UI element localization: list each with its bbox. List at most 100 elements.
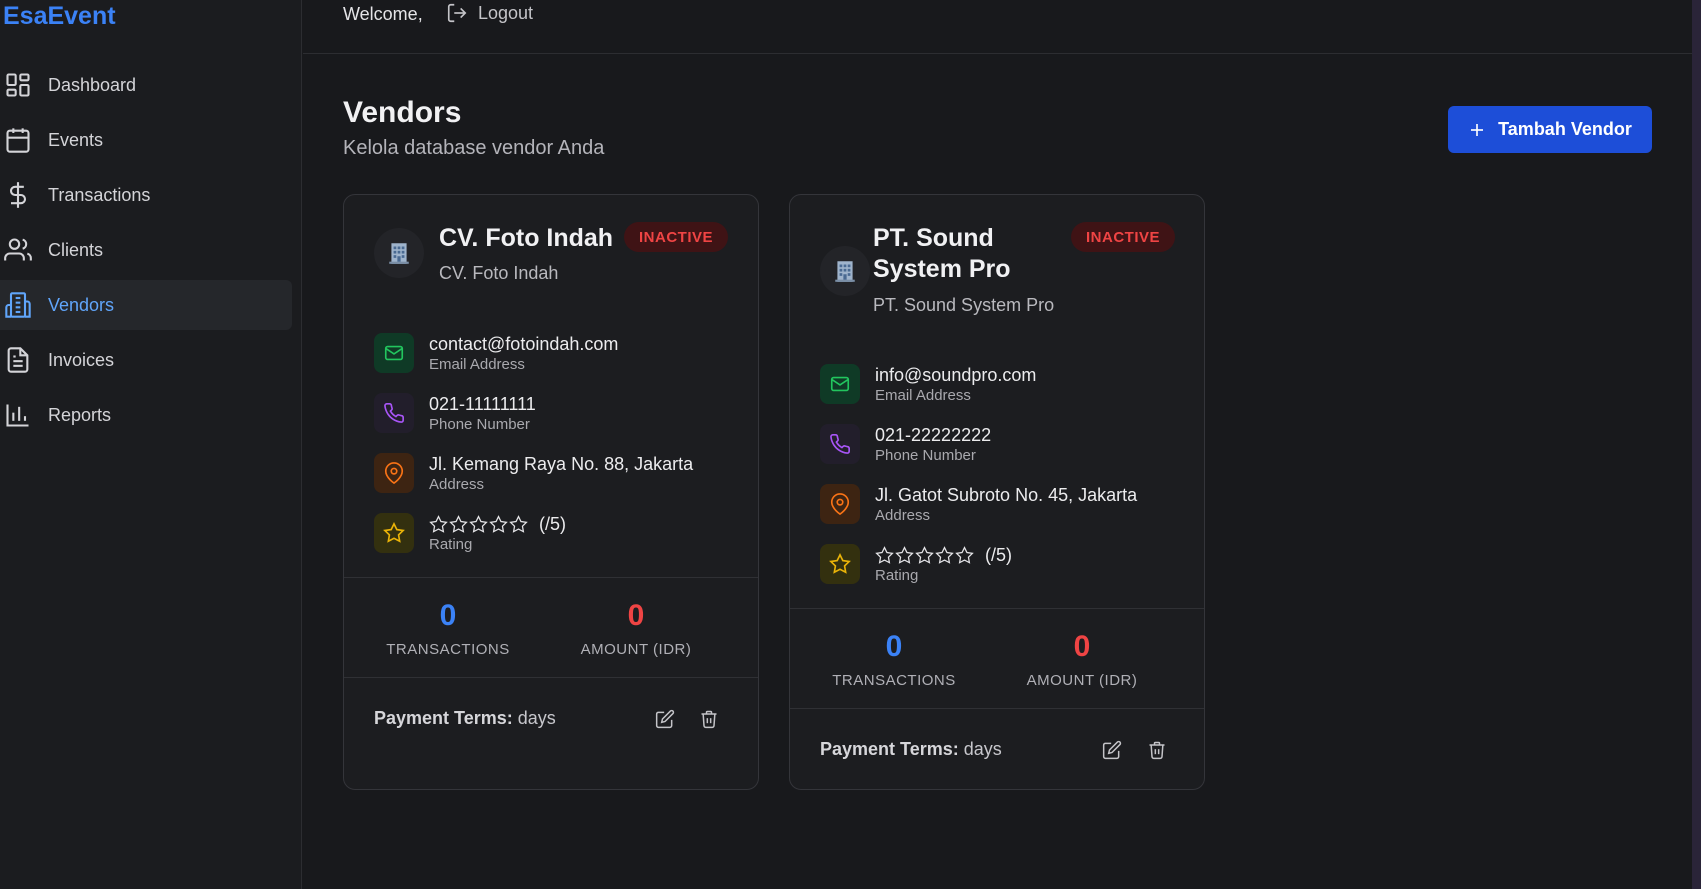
layout-grid-icon — [4, 71, 32, 99]
file-text-icon — [4, 346, 32, 374]
sidebar-item-clients[interactable]: Clients — [0, 225, 292, 275]
transactions-label: TRANSACTIONS — [832, 672, 956, 689]
trash-icon — [701, 710, 717, 729]
brand-logo[interactable]: EsaEvent — [3, 2, 116, 31]
email-label: Email Address — [429, 356, 525, 373]
vendor-name: CV. Foto Indah — [439, 224, 614, 252]
phone-value[interactable]: 021-11111111 — [429, 393, 536, 415]
phone-icon — [820, 424, 860, 464]
page-title: Vendors — [343, 96, 462, 129]
sidebar-item-vendors[interactable]: Vendors — [0, 280, 292, 330]
calendar-icon — [4, 126, 32, 154]
add-vendor-label: Tambah Vendor — [1498, 119, 1632, 139]
sidebar-item-dashboard[interactable]: Dashboard — [0, 60, 292, 110]
edit-button[interactable] — [653, 707, 677, 731]
star-empty-icon — [489, 514, 508, 533]
rating-row: (/5) Rating — [374, 513, 566, 555]
vendor-company: PT. Sound System Pro — [873, 295, 1055, 315]
star-empty-icon — [449, 514, 468, 533]
mail-icon — [820, 364, 860, 404]
payment-terms-value: days — [963, 739, 1002, 759]
edit-icon — [1102, 740, 1122, 760]
transactions-count: 0 — [439, 599, 457, 632]
edit-button[interactable] — [1100, 738, 1124, 762]
delete-button[interactable] — [697, 707, 721, 731]
users-icon — [4, 236, 32, 264]
building-icon — [4, 291, 32, 319]
transactions-count: 0 — [885, 630, 903, 663]
address-row: Jl. Kemang Raya No. 88, Jakarta Address — [374, 453, 693, 495]
star-empty-icon — [895, 545, 914, 564]
address-row: Jl. Gatot Subroto No. 45, Jakarta Addres… — [820, 484, 1137, 526]
amount-label: AMOUNT (IDR) — [1026, 672, 1138, 689]
phone-label: Phone Number — [429, 416, 530, 433]
email-row: info@soundpro.com Email Address — [820, 364, 1036, 406]
email-row: contact@fotoindah.com Email Address — [374, 333, 618, 375]
stat-amount: 0 AMOUNT (IDR) — [978, 609, 1186, 689]
sidebar-item-events[interactable]: Events — [0, 115, 292, 165]
payment-terms-label: Payment Terms: — [820, 739, 959, 759]
office-building-icon — [389, 243, 409, 264]
vendor-stats: 0 TRANSACTIONS 0 AMOUNT (IDR) — [790, 608, 1204, 709]
star-empty-icon — [509, 514, 528, 533]
rating-label: Rating — [429, 536, 473, 553]
sidebar-item-label: Invoices — [48, 349, 115, 370]
rating-text: (/5) — [985, 545, 1012, 565]
email-value[interactable]: info@soundpro.com — [875, 364, 1036, 386]
logout-label: Logout — [478, 2, 534, 23]
stat-transactions: 0 TRANSACTIONS — [344, 578, 552, 658]
payment-terms: Payment Terms: days — [820, 739, 1002, 760]
sidebar-item-label: Reports — [48, 404, 112, 425]
star-empty-icon — [955, 545, 974, 564]
bar-chart-icon — [4, 401, 32, 429]
sidebar-item-invoices[interactable]: Invoices — [0, 335, 292, 385]
vendor-card: CV. Foto Indah CV. Foto Indah INACTIVE c… — [343, 194, 759, 790]
sidebar: EsaEvent Dashboard Events Transactions C… — [0, 0, 302, 889]
vendor-card: PT. Sound System Pro PT. Sound System Pr… — [789, 194, 1205, 790]
star-empty-icon — [875, 545, 894, 564]
vendor-avatar — [820, 246, 870, 296]
delete-button[interactable] — [1145, 738, 1169, 762]
vendor-company: CV. Foto Indah — [439, 263, 559, 283]
page-subtitle: Kelola database vendor Anda — [343, 137, 605, 159]
map-pin-icon — [820, 484, 860, 524]
sidebar-item-reports[interactable]: Reports — [0, 390, 292, 440]
address-value: Jl. Gatot Subroto No. 45, Jakarta — [875, 485, 1138, 505]
amount-value: 0 — [1073, 630, 1091, 663]
edit-icon — [655, 709, 675, 729]
address-label: Address — [429, 476, 485, 493]
stat-transactions: 0 TRANSACTIONS — [790, 609, 998, 689]
trash-icon — [1149, 741, 1165, 760]
rating-stars: (/5) — [875, 544, 1012, 566]
rating-label: Rating — [875, 567, 919, 584]
vendor-name: PT. Sound System Pro — [873, 224, 1011, 283]
sidebar-item-label: Transactions — [48, 184, 151, 205]
phone-value[interactable]: 021-22222222 — [875, 424, 991, 446]
welcome-text: Welcome, — [343, 4, 423, 24]
map-pin-icon — [374, 453, 414, 493]
star-empty-icon — [915, 545, 934, 564]
vendor-stats: 0 TRANSACTIONS 0 AMOUNT (IDR) — [344, 577, 758, 678]
stat-amount: 0 AMOUNT (IDR) — [532, 578, 740, 658]
email-value[interactable]: contact@fotoindah.com — [429, 333, 618, 355]
email-label: Email Address — [875, 387, 971, 404]
sidebar-nav: Dashboard Events Transactions Clients Ve… — [0, 60, 292, 445]
transactions-label: TRANSACTIONS — [386, 641, 510, 658]
add-vendor-button[interactable]: Tambah Vendor — [1448, 106, 1652, 153]
address-value: Jl. Kemang Raya No. 88, Jakarta — [429, 454, 694, 474]
sidebar-item-label: Events — [48, 129, 104, 150]
phone-icon — [374, 393, 414, 433]
payment-terms: Payment Terms: days — [374, 708, 556, 729]
rating-row: (/5) Rating — [820, 544, 1012, 586]
logout-button[interactable]: Logout — [446, 2, 533, 24]
dollar-icon — [4, 181, 32, 209]
sidebar-item-label: Vendors — [48, 294, 115, 315]
phone-row: 021-22222222 Phone Number — [820, 424, 991, 466]
address-label: Address — [875, 507, 931, 524]
logout-icon — [447, 3, 467, 23]
sidebar-item-transactions[interactable]: Transactions — [0, 170, 292, 220]
topbar: Welcome, Logout — [303, 0, 1701, 54]
star-icon — [820, 544, 860, 584]
scrollbar[interactable] — [1692, 0, 1701, 889]
vendor-avatar — [374, 228, 424, 278]
